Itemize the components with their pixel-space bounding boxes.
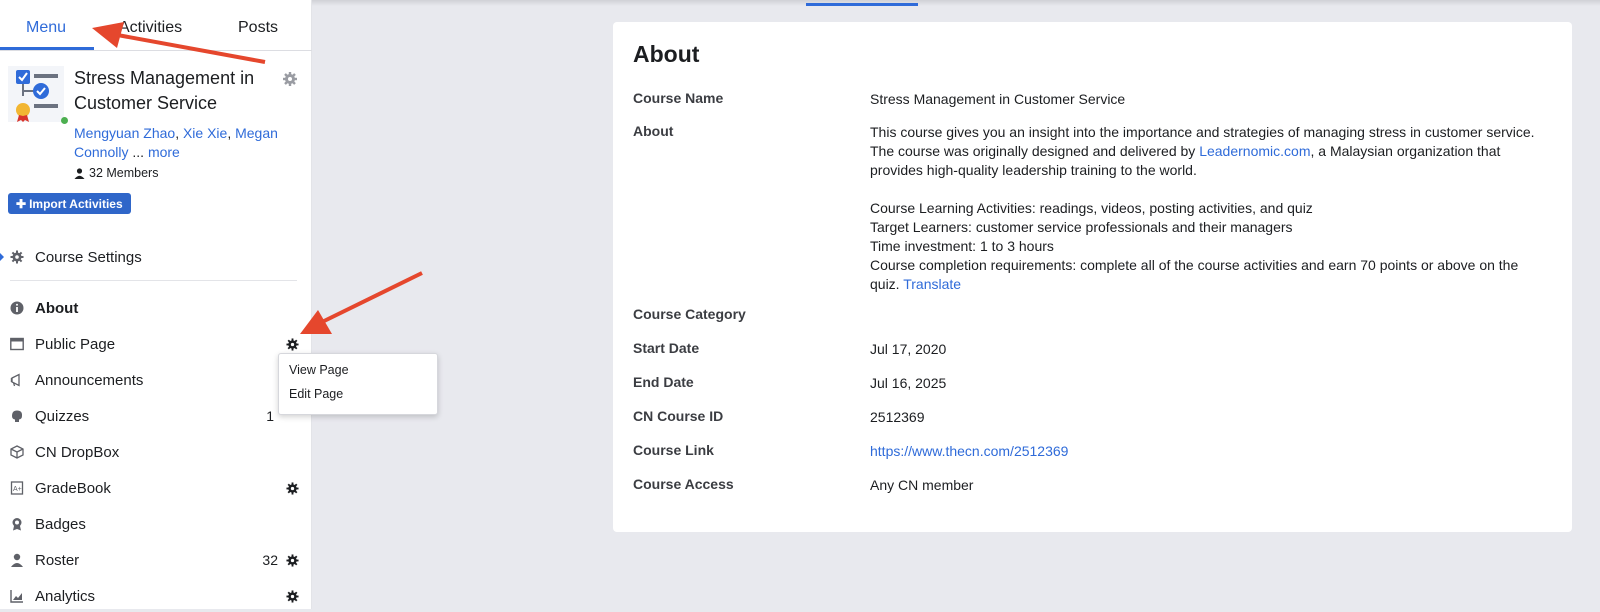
dropbox-icon (10, 445, 24, 459)
course-checklist-icon[interactable] (8, 66, 64, 122)
sidebar-item-analytics[interactable]: Analytics (0, 582, 300, 612)
gear-icon[interactable] (286, 338, 299, 351)
instructor-list: Mengyuan Zhao, Xie Xie, Megan Connolly .… (74, 125, 278, 160)
sidebar-item-course-settings[interactable]: Course Settings (0, 243, 300, 273)
about-card: About Course Name Stress Management in C… (613, 22, 1572, 532)
sidebar-item-label: CN DropBox (35, 444, 120, 461)
sidebar: Menu Activities Posts Stress Management … (0, 0, 312, 609)
about-description: This course gives you an insight into th… (870, 123, 1550, 294)
sidebar-item-label: Course Settings (35, 249, 142, 266)
gear-icon[interactable] (286, 482, 299, 495)
course-link-value: https://www.thecn.com/2512369 (870, 442, 1550, 461)
instructor-link[interactable]: Xie Xie (183, 125, 227, 141)
sidebar-item-label: Public Page (35, 336, 116, 353)
annotation-arrow-gear (300, 271, 423, 334)
active-tab-underline (0, 47, 94, 50)
sidebar-item-quizzes[interactable]: Quizzes 1 (0, 402, 300, 432)
course-name-value: Stress Management in Customer Service (870, 91, 1126, 107)
course-id-value: 2512369 (870, 409, 925, 425)
import-activities-button[interactable]: ✚ Import Activities (8, 193, 131, 214)
course-access-label: Course Access (633, 476, 734, 492)
user-icon (74, 167, 85, 179)
more-instructors-link[interactable]: more (148, 144, 180, 160)
sidebar-item-badges[interactable]: Badges (0, 510, 300, 540)
brain-icon (12, 410, 23, 422)
sidebar-item-label: Announcements (35, 372, 144, 389)
info-icon (10, 301, 24, 315)
instructor-link[interactable]: Mengyuan Zhao (74, 125, 175, 141)
about-text: Target Learners: customer service profes… (870, 219, 1293, 235)
gear-icon[interactable] (286, 590, 299, 603)
sidebar-item-announcements[interactable]: Announcements (0, 366, 300, 396)
sidebar-item-label: Badges (35, 516, 86, 533)
edit-page-menu-item[interactable]: Edit Page (289, 387, 343, 401)
online-status-dot (61, 117, 68, 124)
tab-menu[interactable]: Menu (26, 19, 66, 37)
gear-icon[interactable] (286, 554, 299, 567)
course-id-label: CN Course ID (633, 408, 724, 424)
members-label: 32 Members (89, 166, 159, 180)
sidebar-item-roster[interactable]: Roster 32 (0, 546, 300, 576)
import-activities-label: Import Activities (29, 196, 123, 211)
about-text: Time investment: 1 to 3 hours (870, 238, 1054, 254)
start-date-label: Start Date (633, 340, 700, 356)
nav-divider (10, 280, 297, 281)
megaphone-icon (10, 373, 20, 387)
course-access-value: Any CN member (870, 477, 974, 493)
course-link[interactable]: https://www.thecn.com/2512369 (870, 443, 1068, 459)
badge-icon (12, 518, 22, 531)
sidebar-item-gradebook[interactable]: A+ GradeBook (0, 474, 300, 504)
sidebar-item-label: About (35, 300, 79, 317)
gradebook-icon: A+ (10, 481, 24, 495)
sidebar-item-label: Analytics (35, 588, 96, 605)
end-date-value: Jul 16, 2025 (870, 375, 947, 391)
quiz-count: 1 (266, 408, 274, 424)
svg-text:A+: A+ (13, 486, 22, 493)
course-title[interactable]: Stress Management in Customer Service (74, 66, 274, 116)
sidebar-tabs: Menu Activities Posts (0, 0, 312, 51)
end-date-label: End Date (633, 374, 694, 390)
ellipsis: ... (132, 144, 145, 160)
chart-icon (10, 590, 23, 603)
gear-icon[interactable] (282, 71, 298, 87)
course-category-label: Course Category (633, 306, 746, 322)
members-count[interactable]: 32 Members (74, 166, 158, 180)
sidebar-item-label: GradeBook (35, 480, 111, 497)
sidebar-item-label: Quizzes (35, 408, 90, 425)
public-page-dropdown-menu: View Page Edit Page (278, 353, 438, 415)
sidebar-item-cn-dropbox[interactable]: CN DropBox (0, 438, 300, 468)
translate-link[interactable]: Translate (903, 276, 961, 292)
leadernomic-link[interactable]: Leadernomic.com (1199, 143, 1310, 159)
about-text: Course completion requirements: complete… (870, 257, 1519, 292)
page-title: About (633, 41, 700, 67)
course-link-label: Course Link (633, 442, 714, 458)
gear-icon (10, 250, 24, 264)
top-nav-active-indicator (806, 3, 918, 6)
tab-activities[interactable]: Activities (119, 19, 182, 37)
course-name-label: Course Name (633, 90, 724, 106)
top-bar-shadow (312, 0, 1600, 6)
sidebar-item-label: Roster (35, 552, 80, 569)
plus-icon: ✚ (16, 196, 27, 211)
user-icon (11, 553, 23, 567)
sidebar-item-public-page[interactable]: Public Page (0, 330, 300, 360)
view-page-menu-item[interactable]: View Page (289, 363, 349, 377)
window-icon (10, 337, 24, 351)
sidebar-item-about[interactable]: About (0, 294, 300, 324)
roster-count: 32 (262, 552, 278, 568)
tab-posts[interactable]: Posts (238, 19, 278, 37)
about-label: About (633, 123, 674, 139)
about-text: Course Learning Activities: readings, vi… (870, 200, 1313, 216)
start-date-value: Jul 17, 2020 (870, 341, 947, 357)
